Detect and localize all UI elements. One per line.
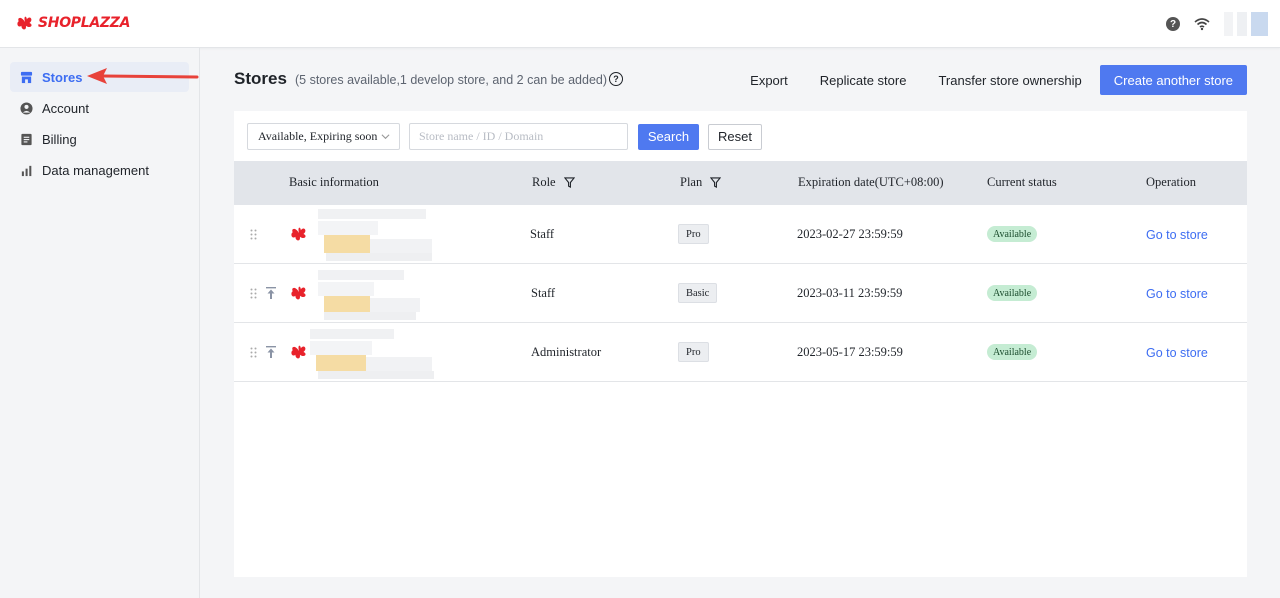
- chevron-down-icon: [381, 134, 390, 140]
- replicate-store-button[interactable]: Replicate store: [804, 65, 923, 95]
- column-plan: Plan: [680, 175, 722, 190]
- plan-badge: Basic: [678, 283, 718, 303]
- status-filter-value: Available, Expiring soon: [258, 129, 378, 143]
- export-button[interactable]: Export: [734, 65, 804, 95]
- column-expiration: Expiration date(UTC+08:00): [798, 175, 944, 190]
- plan-badge: Pro: [678, 224, 709, 244]
- store-icon: [20, 71, 33, 83]
- store-info-redacted: [318, 268, 450, 320]
- billing-icon: [21, 133, 32, 145]
- drag-handle-icon[interactable]: [250, 229, 257, 240]
- sidebar: Stores Account Billing Data management: [0, 48, 200, 598]
- sidebar-item-billing[interactable]: Billing: [10, 124, 189, 154]
- expiration-cell: 2023-02-27 23:59:59: [797, 227, 903, 241]
- sidebar-item-data-management[interactable]: Data management: [10, 155, 189, 185]
- table-header: Basic information Role Plan Expiration d…: [234, 161, 1247, 205]
- drag-handle-icon[interactable]: [250, 347, 257, 358]
- sidebar-item-label: Data management: [42, 162, 149, 178]
- filter-bar: Available, Expiring soon Search Reset: [247, 123, 762, 150]
- sidebar-item-account[interactable]: Account: [10, 93, 189, 123]
- status-badge: Available: [987, 285, 1038, 301]
- store-info-redacted: [310, 327, 450, 379]
- column-label: Plan: [680, 175, 703, 189]
- column-operation: Operation: [1146, 175, 1196, 190]
- table-row: Staff Pro 2023-02-27 23:59:59 Available …: [234, 205, 1247, 264]
- column-role: Role: [532, 175, 575, 190]
- page-subtitle: (5 stores available,1 develop store, and…: [295, 73, 608, 87]
- pin-to-top-icon[interactable]: [266, 287, 276, 299]
- brand-name: SHOPLAZZA: [38, 15, 131, 31]
- drag-handle-icon[interactable]: [250, 288, 257, 299]
- transfer-ownership-button[interactable]: Transfer store ownership: [922, 65, 1097, 95]
- filter-icon[interactable]: [710, 177, 722, 188]
- avatar[interactable]: [1224, 12, 1268, 36]
- status-filter-select[interactable]: Available, Expiring soon: [247, 123, 400, 150]
- shoplazza-logo-icon: [17, 16, 32, 30]
- role-cell: Staff: [530, 227, 555, 241]
- search-button[interactable]: Search: [638, 123, 699, 150]
- search-input[interactable]: [409, 123, 628, 150]
- column-label: Current status: [987, 175, 1057, 189]
- expiration-cell: 2023-03-11 23:59:59: [797, 286, 903, 300]
- brand-logo[interactable]: SHOPLAZZA: [16, 14, 130, 32]
- store-logo-icon: [291, 286, 306, 300]
- status-badge: Available: [987, 344, 1038, 360]
- reset-button[interactable]: Reset: [708, 123, 762, 150]
- chart-icon: [21, 165, 32, 176]
- table-row: Administrator Pro 2023-05-17 23:59:59 Av…: [234, 323, 1247, 382]
- store-info-redacted: [318, 209, 450, 261]
- annotation-arrow-icon: [87, 68, 199, 84]
- sidebar-item-label: Account: [42, 100, 89, 116]
- column-label: Expiration date(UTC+08:00): [798, 175, 944, 189]
- filter-icon[interactable]: [563, 177, 575, 188]
- create-store-button[interactable]: Create another store: [1099, 65, 1247, 95]
- help-icon[interactable]: ?: [1166, 17, 1180, 31]
- top-bar: SHOPLAZZA ?: [0, 0, 1280, 48]
- stores-panel: Available, Expiring soon Search Reset Ba…: [234, 111, 1247, 577]
- sidebar-item-label: Billing: [42, 131, 77, 147]
- role-cell: Administrator: [531, 345, 602, 359]
- help-question-icon[interactable]: ?: [609, 72, 623, 86]
- column-label: Role: [532, 175, 556, 189]
- page-title: Stores: [234, 69, 287, 88]
- plan-badge: Pro: [678, 342, 709, 362]
- pin-to-top-icon[interactable]: [266, 346, 276, 358]
- store-logo-icon: [291, 345, 306, 359]
- go-to-store-link[interactable]: Go to store: [1146, 228, 1208, 242]
- status-badge: Available: [987, 226, 1038, 242]
- expiration-cell: 2023-05-17 23:59:59: [797, 345, 903, 359]
- column-status: Current status: [987, 175, 1057, 190]
- sidebar-item-label: Stores: [42, 69, 83, 85]
- table-row: Staff Basic 2023-03-11 23:59:59 Availabl…: [234, 264, 1247, 323]
- page-header: Stores (5 stores available,1 develop sto…: [234, 65, 1247, 95]
- go-to-store-link[interactable]: Go to store: [1146, 346, 1208, 360]
- account-icon: [20, 101, 33, 115]
- column-label: Operation: [1146, 175, 1196, 189]
- column-basic-information: Basic information: [289, 175, 379, 190]
- wifi-icon[interactable]: [1194, 17, 1210, 31]
- store-logo-icon: [291, 227, 306, 241]
- go-to-store-link[interactable]: Go to store: [1146, 287, 1208, 301]
- role-cell: Staff: [531, 286, 556, 300]
- column-label: Basic information: [289, 175, 379, 189]
